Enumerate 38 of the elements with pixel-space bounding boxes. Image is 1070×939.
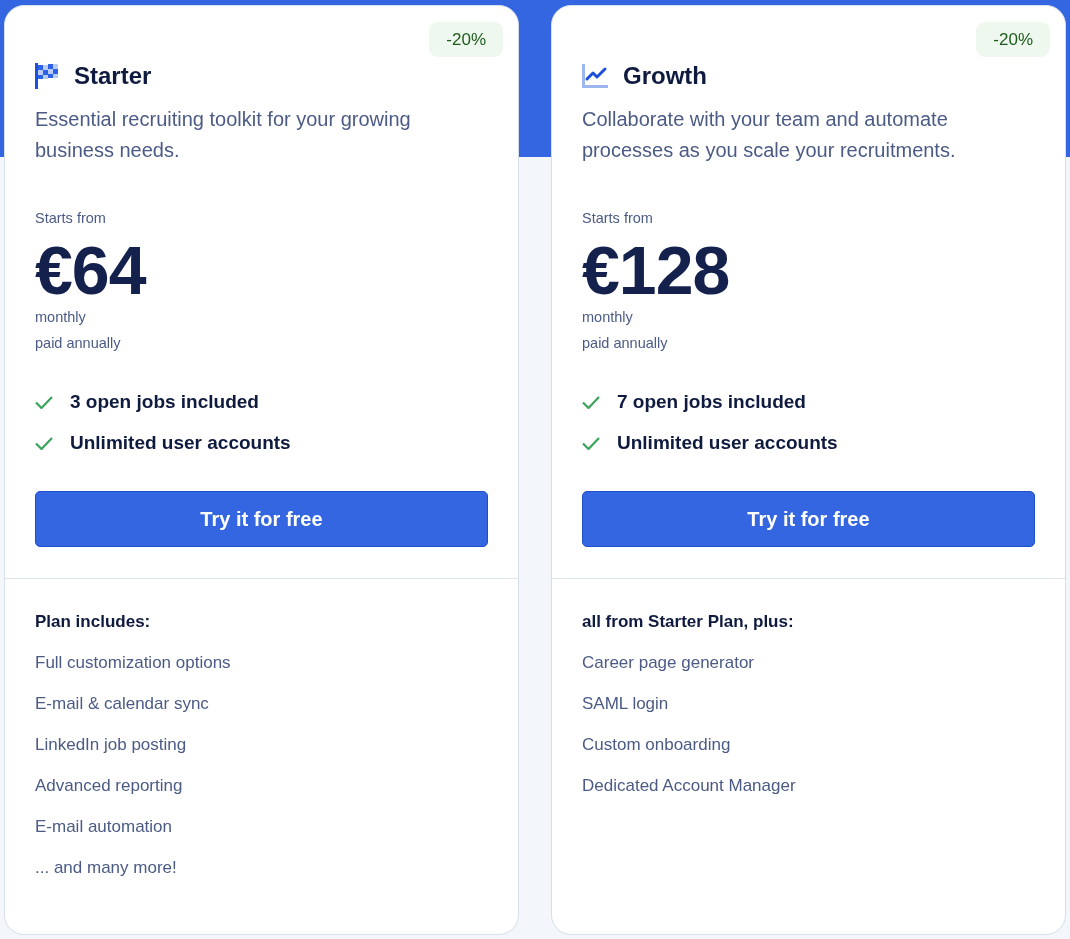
billing-note: paid annually bbox=[582, 334, 668, 353]
try-free-button[interactable]: Try it for free bbox=[35, 491, 488, 547]
try-free-button[interactable]: Try it for free bbox=[582, 491, 1035, 547]
included-feature: Career page generator bbox=[582, 652, 754, 674]
feature-text: 3 open jobs included bbox=[70, 390, 259, 414]
plan-description: Collaborate with your team and automate processes as you scale your recruitments. bbox=[582, 107, 957, 163]
price-label: Starts from bbox=[35, 209, 106, 228]
feature-text: Unlimited user accounts bbox=[70, 431, 291, 455]
price: €64 bbox=[35, 236, 146, 304]
plan-description: Essential recruiting toolkit for your growing business needs. bbox=[35, 107, 412, 163]
check-icon bbox=[582, 395, 600, 409]
plan-name: Starter bbox=[74, 62, 152, 90]
price: €128 bbox=[582, 236, 730, 304]
line-chart-icon bbox=[582, 64, 608, 88]
billing-period: monthly bbox=[35, 308, 86, 327]
plan-name: Growth bbox=[623, 62, 707, 90]
included-feature: SAML login bbox=[582, 693, 669, 715]
check-icon bbox=[35, 395, 53, 409]
included-feature: Full customization options bbox=[35, 652, 231, 674]
checkered-flag-icon bbox=[35, 63, 59, 89]
includes-heading: Plan includes: bbox=[35, 611, 151, 633]
feature-text: 7 open jobs included bbox=[617, 390, 806, 414]
price-label: Starts from bbox=[582, 209, 653, 228]
included-feature: E-mail & calendar sync bbox=[35, 693, 209, 715]
included-feature: ... and many more! bbox=[35, 857, 177, 879]
included-feature: Dedicated Account Manager bbox=[582, 775, 796, 797]
discount-badge: -20% bbox=[976, 22, 1050, 57]
included-feature: Custom onboarding bbox=[582, 734, 731, 756]
billing-period: monthly bbox=[582, 308, 633, 327]
includes-heading: all from Starter Plan, plus: bbox=[582, 611, 794, 633]
discount-badge: -20% bbox=[429, 22, 503, 57]
included-feature: E-mail automation bbox=[35, 816, 172, 838]
billing-note: paid annually bbox=[35, 334, 121, 353]
included-feature: LinkedIn job posting bbox=[35, 734, 187, 756]
feature-text: Unlimited user accounts bbox=[617, 431, 838, 455]
included-feature: Advanced reporting bbox=[35, 775, 183, 797]
check-icon bbox=[582, 436, 600, 450]
check-icon bbox=[35, 436, 53, 450]
